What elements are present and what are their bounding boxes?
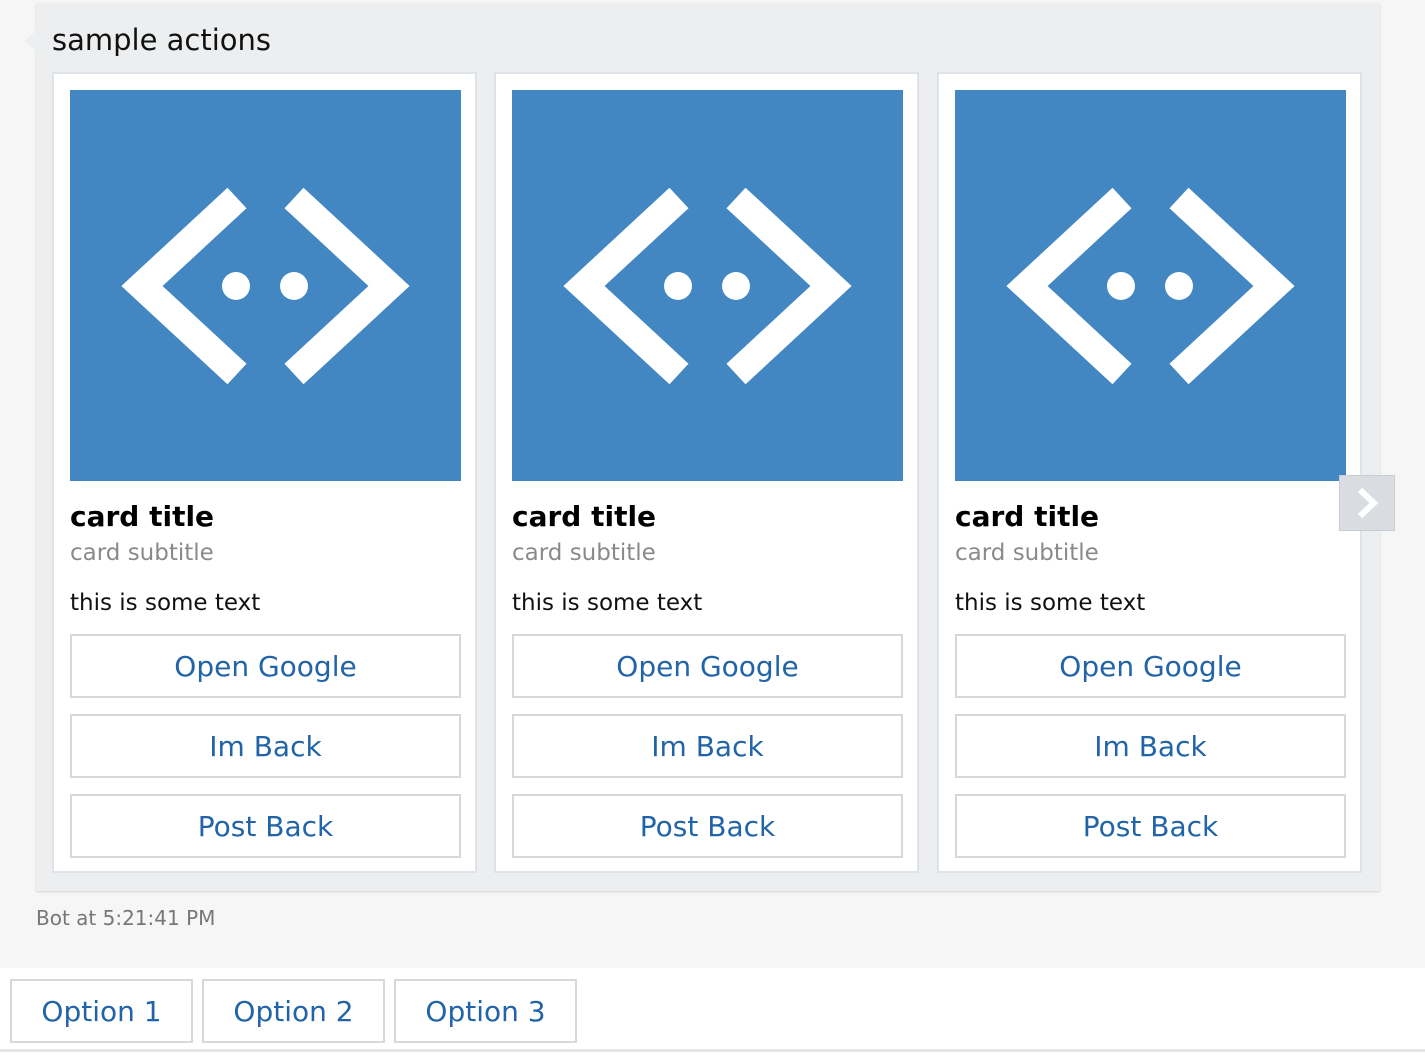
open-google-button[interactable]: Open Google: [512, 634, 903, 698]
chevron-right-icon: [1357, 487, 1379, 519]
post-back-button[interactable]: Post Back: [512, 794, 903, 858]
bubble-notch: [24, 31, 36, 51]
divider: [0, 1049, 1425, 1052]
card-subtitle: card subtitle: [955, 540, 1099, 566]
post-back-button[interactable]: Post Back: [70, 794, 461, 858]
hero-card-2: card title card subtitle this is some te…: [494, 72, 919, 873]
card-text: this is some text: [70, 590, 261, 616]
card-text: this is some text: [955, 590, 1146, 616]
bot-framework-icon: [955, 90, 1346, 481]
option-3-button[interactable]: Option 3: [394, 979, 577, 1043]
im-back-button[interactable]: Im Back: [955, 714, 1346, 778]
message-timestamp: Bot at 5:21:41 PM: [36, 906, 216, 930]
open-google-button[interactable]: Open Google: [955, 634, 1346, 698]
hero-card-3: card title card subtitle this is some te…: [937, 72, 1362, 873]
bot-framework-icon: [512, 90, 903, 481]
option-1-button[interactable]: Option 1: [10, 979, 193, 1043]
im-back-button[interactable]: Im Back: [512, 714, 903, 778]
option-2-button[interactable]: Option 2: [202, 979, 385, 1043]
card-title: card title: [70, 500, 215, 533]
message-text: sample actions: [52, 23, 272, 57]
im-back-button[interactable]: Im Back: [70, 714, 461, 778]
card-title: card title: [512, 500, 657, 533]
chat-history: sample actions card title card subtitle …: [0, 0, 1425, 968]
bot-framework-icon: [70, 90, 461, 481]
card-title: card title: [955, 500, 1100, 533]
hero-card-1: card title card subtitle this is some te…: [52, 72, 477, 873]
card-subtitle: card subtitle: [512, 540, 656, 566]
post-back-button[interactable]: Post Back: [955, 794, 1346, 858]
open-google-button[interactable]: Open Google: [70, 634, 461, 698]
card-text: this is some text: [512, 590, 703, 616]
carousel-next-button[interactable]: [1339, 475, 1395, 531]
card-subtitle: card subtitle: [70, 540, 214, 566]
